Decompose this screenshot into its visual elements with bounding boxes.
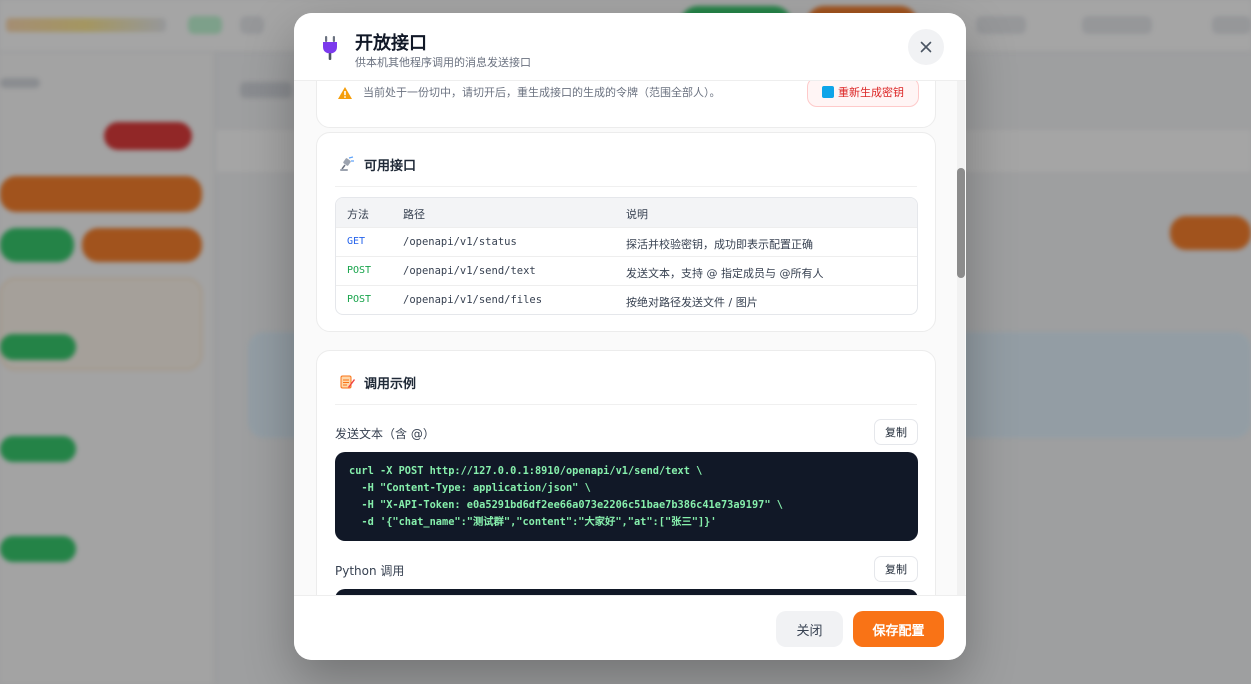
plug-icon [323, 36, 337, 60]
modal-footer: 关闭 保存配置 [294, 595, 966, 660]
table-row: POST /openapi/v1/send/text 发送文本，支持 @ 指定成… [336, 256, 917, 285]
method-badge: POST [347, 294, 372, 305]
close-icon [920, 41, 932, 53]
api-description: 发送文本，支持 @ 指定成员与 @所有人 [626, 267, 824, 280]
refresh-icon [822, 86, 834, 98]
satellite-icon [340, 156, 354, 171]
openapi-modal: 开放接口 供本机其他程序调用的消息发送接口 当前处于一份切中，请切开后，重生成接… [294, 13, 966, 660]
close-dialog-button[interactable]: 关闭 [776, 611, 843, 647]
token-warning-card: 当前处于一份切中，请切开后，重生成接口的生成的令牌（范围全部人）。 重新生成密钥 [316, 81, 936, 128]
column-header-path: 路径 [403, 208, 425, 221]
copy-text-example-button[interactable]: 复制 [874, 419, 918, 445]
modal-header: 开放接口 供本机其他程序调用的消息发送接口 [294, 13, 966, 81]
api-path: /openapi/v1/status [403, 236, 517, 248]
regenerate-key-button[interactable]: 重新生成密钥 [807, 81, 919, 107]
text-example-label: 发送文本（含 @） [335, 427, 435, 441]
close-button[interactable] [908, 29, 944, 65]
warning-text: 当前处于一份切中，请切开后，重生成接口的生成的令牌（范围全部人）。 [363, 86, 721, 99]
api-list-header: 可用接口 [335, 153, 917, 187]
regenerate-key-label: 重新生成密钥 [838, 86, 904, 99]
api-table: 方法 路径 说明 GET /openapi/v1/status 探活并校验密钥，… [335, 197, 918, 315]
scrollbar-thumb[interactable] [957, 168, 965, 278]
method-badge: GET [347, 236, 366, 247]
memo-icon [340, 375, 355, 389]
warning-icon [338, 87, 352, 99]
column-header-method: 方法 [347, 208, 369, 221]
code-line: -H "Content-Type: application/json" \ [349, 482, 591, 494]
column-header-desc: 说明 [626, 208, 648, 221]
api-path: /openapi/v1/send/text [403, 265, 536, 277]
text-example-code[interactable]: curl -X POST http://127.0.0.1:8910/opena… [335, 452, 918, 541]
method-badge: POST [347, 265, 372, 276]
api-list-card: 可用接口 方法 路径 说明 GET /openapi/v1/status 探活并… [316, 132, 936, 332]
examples-header: 调用示例 [335, 371, 917, 405]
modal-scrollbar[interactable] [957, 81, 965, 595]
modal-title: 开放接口 [355, 33, 427, 54]
api-description: 探活并校验密钥，成功即表示配置正确 [626, 238, 813, 251]
modal-subtitle: 供本机其他程序调用的消息发送接口 [355, 56, 531, 69]
save-config-button[interactable]: 保存配置 [853, 611, 944, 647]
python-example-label: Python 调用 [335, 564, 405, 578]
table-row: GET /openapi/v1/status 探活并校验密钥，成功即表示配置正确 [336, 227, 917, 256]
copy-python-example-button[interactable]: 复制 [874, 556, 918, 582]
api-description: 按绝对路径发送文件 / 图片 [626, 296, 758, 309]
examples-card: 调用示例 发送文本（含 @） 复制 curl -X POST http://12… [316, 350, 936, 595]
code-line: -d '{"chat_name":"测试群","content":"大家好","… [349, 516, 717, 528]
examples-title: 调用示例 [364, 377, 417, 392]
table-header-row: 方法 路径 说明 [336, 198, 917, 227]
code-line: -H "X-API-Token: e0a5291bd6df2ee66a073e2… [349, 499, 783, 511]
api-path: /openapi/v1/send/files [403, 294, 543, 306]
api-list-title: 可用接口 [364, 159, 417, 174]
modal-body[interactable]: 当前处于一份切中，请切开后，重生成接口的生成的令牌（范围全部人）。 重新生成密钥… [294, 81, 966, 595]
table-row: POST /openapi/v1/send/files 按绝对路径发送文件 / … [336, 285, 917, 314]
code-line: curl -X POST http://127.0.0.1:8910/opena… [349, 465, 703, 477]
